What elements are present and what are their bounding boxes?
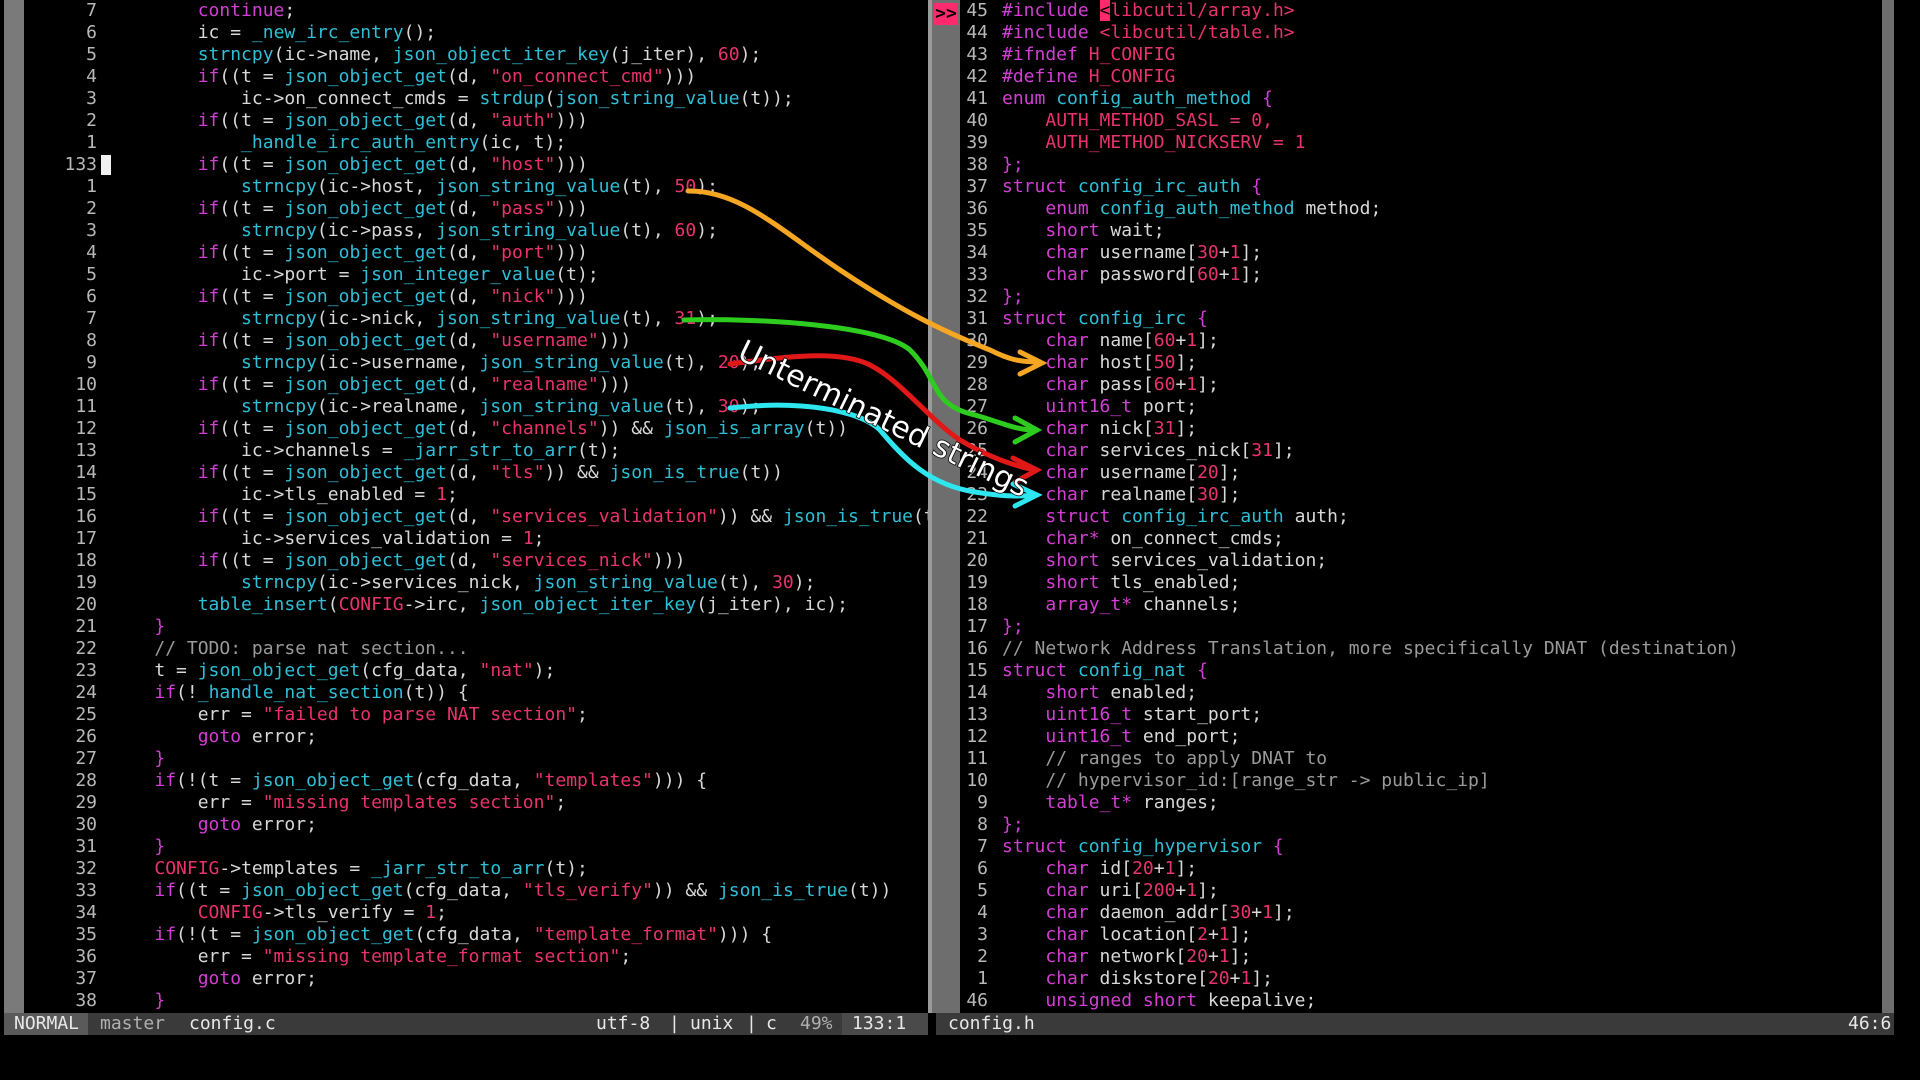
- host-arrow: [685, 188, 1043, 365]
- annotation-overlay: Unterminated strings: [681, 188, 1048, 509]
